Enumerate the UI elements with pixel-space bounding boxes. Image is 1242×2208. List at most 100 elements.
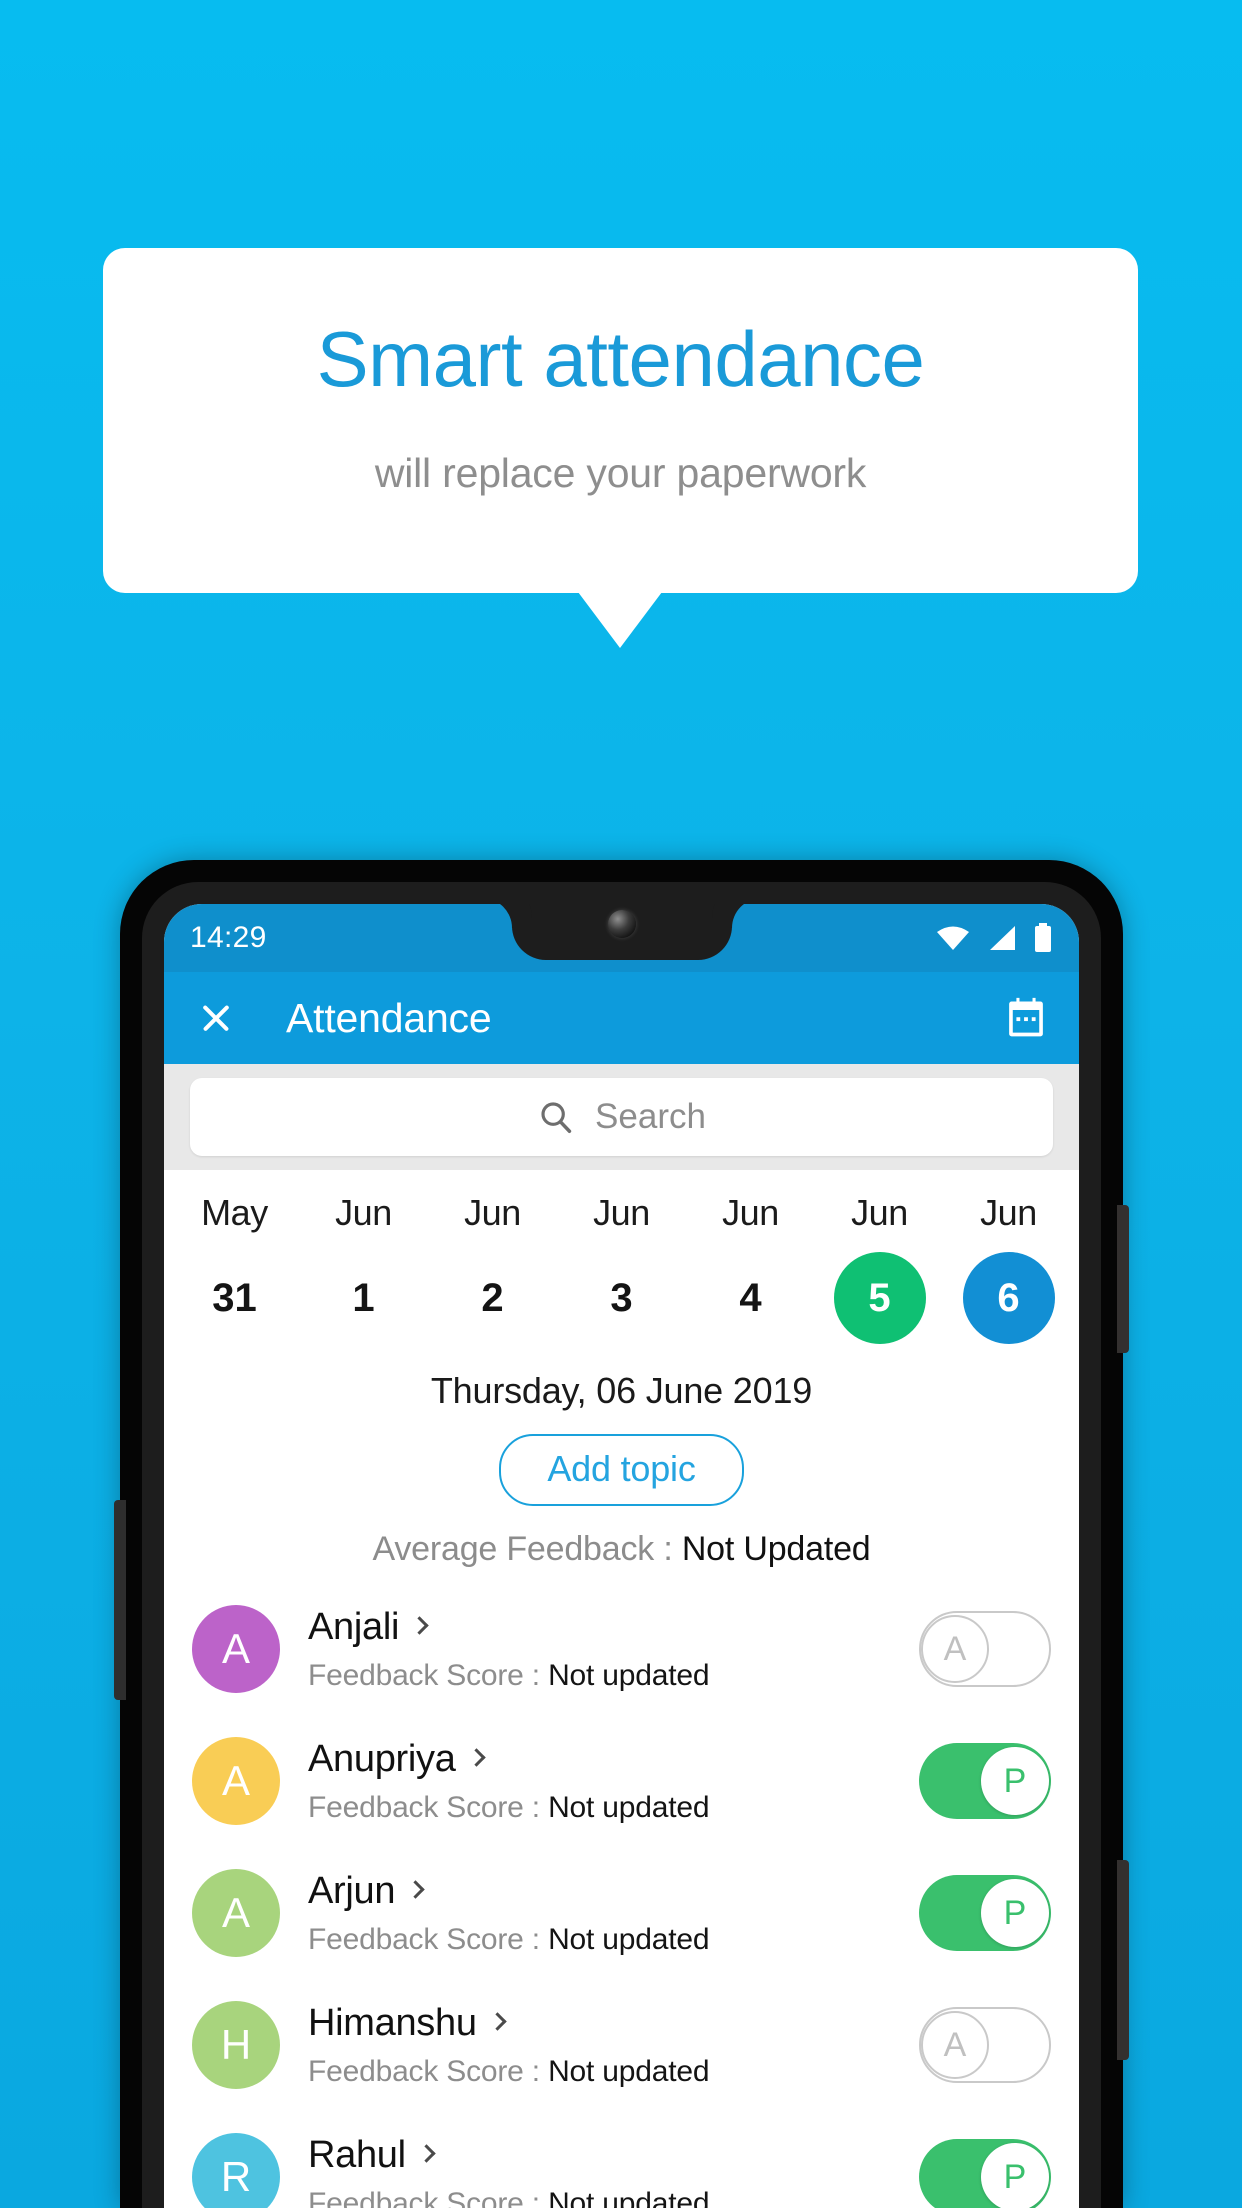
attendance-toggle-knob: P <box>981 1747 1049 1815</box>
avatar: R <box>192 2133 280 2208</box>
search-input[interactable]: Search <box>190 1078 1053 1156</box>
date-month-label: Jun <box>593 1192 650 1233</box>
attendance-toggle-knob: A <box>921 1615 989 1683</box>
date-number-container: 6 <box>944 1252 1073 1344</box>
date-cell[interactable]: May 31 <box>170 1192 299 1344</box>
feedback-score-label: Feedback Score : <box>308 1922 549 1956</box>
date-number[interactable]: 5 <box>833 1252 926 1344</box>
student-name-line[interactable]: Anjali <box>308 1606 919 1649</box>
date-number[interactable]: 1 <box>318 1252 410 1344</box>
attendance-toggle-knob: A <box>921 2011 989 2079</box>
feedback-score-value: Not updated <box>548 1922 710 1956</box>
date-number-container: 3 <box>557 1252 686 1344</box>
attendance-toggle[interactable]: A <box>919 1611 1051 1687</box>
date-month-label: Jun <box>980 1192 1037 1233</box>
search-placeholder: Search <box>595 1097 706 1136</box>
signal-icon <box>990 926 1015 950</box>
date-cell[interactable]: Jun 1 <box>299 1192 428 1344</box>
selected-date-label: Thursday, 06 June 2019 <box>430 1370 813 1411</box>
avatar: A <box>192 1869 280 1957</box>
feedback-score-value: Not updated <box>548 1658 710 1692</box>
date-strip: May 31 Jun 1 Jun 2 Jun 3 Jun 4 Jun 5 Jun 6 <box>164 1170 1079 1356</box>
date-number[interactable]: 31 <box>189 1252 281 1344</box>
average-feedback: Average Feedback : Not Updated <box>164 1506 1079 1569</box>
chevron-right-icon[interactable] <box>466 1747 486 1767</box>
date-number-container: 1 <box>299 1252 428 1344</box>
avatar: H <box>192 2001 280 2089</box>
feedback-score-value: Not updated <box>548 2186 710 2208</box>
date-cell[interactable]: Jun 3 <box>557 1192 686 1344</box>
date-month-label: Jun <box>464 1192 521 1233</box>
student-name-line[interactable]: Himanshu <box>308 2002 919 2045</box>
student-name-line[interactable]: Rahul <box>308 2134 919 2177</box>
date-month-label: May <box>201 1192 268 1233</box>
calendar-icon[interactable] <box>1003 995 1049 1041</box>
phone-power-button[interactable] <box>1117 1205 1129 1353</box>
date-number[interactable]: 4 <box>705 1252 797 1344</box>
attendance-toggle-knob: P <box>981 2143 1049 2208</box>
feedback-score-label: Feedback Score : <box>308 2054 549 2088</box>
attendance-toggle-knob: P <box>981 1879 1049 1947</box>
student-name: Anjali <box>308 1605 400 1648</box>
student-row[interactable]: H Himanshu Feedback Score : Not updated A <box>164 1979 1079 2111</box>
attendance-toggle[interactable]: P <box>919 2139 1051 2208</box>
date-month-label: Jun <box>722 1192 779 1233</box>
wifi-icon <box>937 926 969 950</box>
feedback-score-value: Not updated <box>548 2054 710 2088</box>
date-number-container: 2 <box>428 1252 557 1344</box>
date-cell[interactable]: Jun 4 <box>686 1192 815 1344</box>
chevron-right-icon[interactable] <box>417 2143 436 2163</box>
feedback-score-label: Feedback Score : <box>308 1790 549 1824</box>
feedback-score: Feedback Score : Not updated <box>308 1791 919 1825</box>
phone-left-button[interactable] <box>114 1500 126 1700</box>
student-row[interactable]: R Rahul Feedback Score : Not updated P <box>164 2111 1079 2208</box>
date-cell[interactable]: Jun 2 <box>428 1192 557 1344</box>
promo-speech-bubble-tail <box>578 592 662 648</box>
date-number[interactable]: 6 <box>962 1252 1055 1344</box>
date-month-label: Jun <box>335 1192 392 1233</box>
student-name: Anupriya <box>308 1737 456 1780</box>
date-number[interactable]: 2 <box>447 1252 539 1344</box>
chevron-right-icon[interactable] <box>487 2011 507 2031</box>
student-name: Himanshu <box>308 2001 477 2044</box>
student-name-line[interactable]: Anupriya <box>308 1738 919 1781</box>
attendance-toggle[interactable]: P <box>919 1875 1051 1951</box>
feedback-score: Feedback Score : Not updated <box>308 1659 919 1693</box>
date-cell[interactable]: Jun 6 <box>944 1192 1073 1344</box>
date-month-label: Jun <box>851 1192 908 1233</box>
student-row[interactable]: A Anupriya Feedback Score : Not updated P <box>164 1715 1079 1847</box>
student-info: Anupriya Feedback Score : Not updated <box>308 1738 919 1825</box>
search-icon <box>541 1102 572 1133</box>
close-icon[interactable] <box>194 996 238 1040</box>
promo-speech-bubble: Smart attendance will replace your paper… <box>103 248 1138 593</box>
phone-screen: 14:29 Attendance Search May 31 Jun 1 Jun… <box>164 904 1079 2208</box>
phone-mockup: 14:29 Attendance Search May 31 Jun 1 Jun… <box>114 860 1129 2208</box>
date-number-container: 5 <box>815 1252 944 1344</box>
feedback-score: Feedback Score : Not updated <box>308 1923 919 1957</box>
phone-volume-button[interactable] <box>1117 1860 1129 2060</box>
student-row[interactable]: A Anjali Feedback Score : Not updated A <box>164 1583 1079 1715</box>
app-bar: Attendance <box>164 972 1079 1064</box>
student-name-line[interactable]: Arjun <box>308 1870 919 1913</box>
date-cell[interactable]: Jun 5 <box>815 1192 944 1344</box>
attendance-toggle[interactable]: A <box>919 2007 1051 2083</box>
average-feedback-label: Average Feedback : <box>372 1530 682 1568</box>
battery-icon <box>1035 923 1051 952</box>
student-list: A Anjali Feedback Score : Not updated A A Anu… <box>164 1569 1079 2208</box>
promo-subtitle: will replace your paperwork <box>374 450 867 496</box>
avatar: A <box>192 1737 280 1825</box>
feedback-score-label: Feedback Score : <box>308 2186 549 2208</box>
add-topic-button[interactable]: Add topic <box>499 1434 744 1506</box>
student-info: Rahul Feedback Score : Not updated <box>308 2134 919 2208</box>
feedback-score-value: Not updated <box>548 1790 710 1824</box>
attendance-toggle[interactable]: P <box>919 1743 1051 1819</box>
date-number-container: 4 <box>686 1252 815 1344</box>
feedback-score: Feedback Score : Not updated <box>308 2055 919 2089</box>
date-number[interactable]: 3 <box>576 1252 668 1344</box>
student-name: Rahul <box>308 2133 406 2176</box>
chevron-right-icon[interactable] <box>406 1879 425 1899</box>
average-feedback-value: Not Updated <box>681 1530 871 1568</box>
status-bar: 14:29 <box>164 904 1079 972</box>
student-row[interactable]: A Arjun Feedback Score : Not updated P <box>164 1847 1079 1979</box>
chevron-right-icon[interactable] <box>410 1615 429 1635</box>
